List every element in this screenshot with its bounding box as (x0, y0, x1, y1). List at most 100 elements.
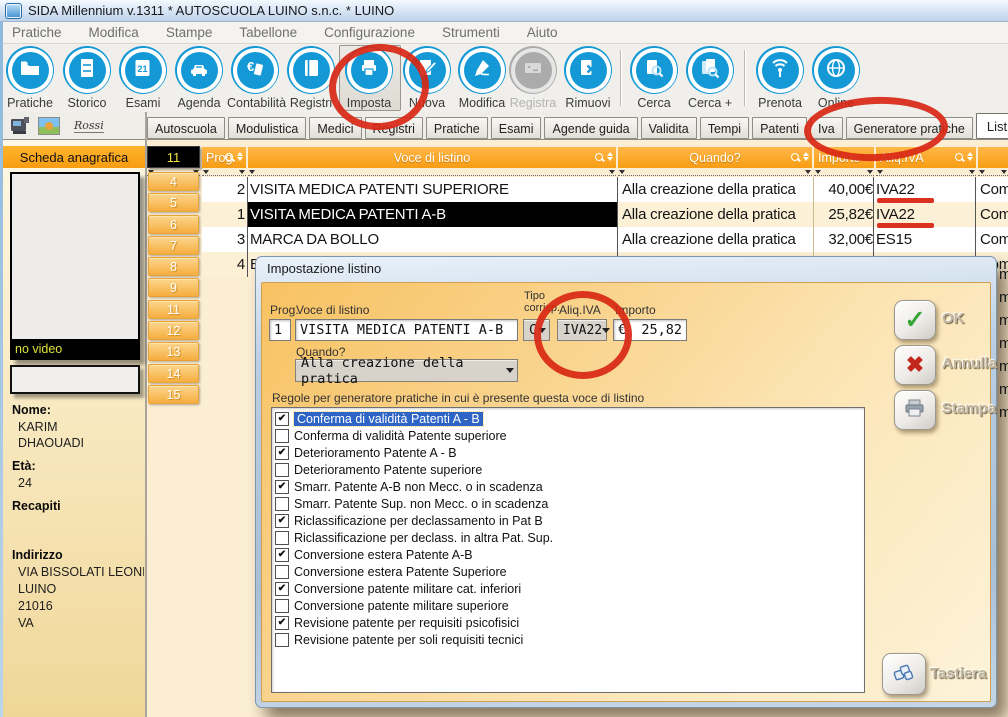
menu-aiuto[interactable]: Aiuto (527, 25, 558, 40)
checkbox[interactable] (275, 565, 289, 579)
menu-stampe[interactable]: Stampe (166, 25, 213, 40)
checkbox[interactable] (275, 497, 289, 511)
sort-icon (237, 152, 243, 161)
row-number-chip[interactable]: 11 (148, 300, 199, 319)
column-header-extra[interactable] (978, 147, 1008, 168)
rules-listbox: Conferma di validità Patenti A - B Confe… (271, 407, 865, 693)
printer-small-icon[interactable] (8, 115, 32, 142)
toolbar-prenota-button[interactable]: Prenota (752, 46, 808, 110)
remove-document-icon (576, 56, 600, 85)
filter-row-cell[interactable] (814, 169, 874, 176)
selected-cell: VISITA MEDICA PATENTI A-B (248, 202, 618, 227)
checkbox[interactable] (275, 599, 289, 613)
menu-tabellone[interactable]: Tabellone (239, 25, 297, 40)
rule-item[interactable]: Conversione estera Patente Superiore (272, 563, 864, 580)
rule-item[interactable]: Conferma di validità Patenti A - B (272, 410, 864, 427)
row-number-chip[interactable]: 6 (148, 215, 199, 234)
rule-item[interactable]: Riclassificazione per declassamento in P… (272, 512, 864, 529)
checkbox[interactable] (275, 429, 289, 443)
rule-item[interactable]: Riclassificazione per declass. in altra … (272, 529, 864, 546)
menu-configurazione[interactable]: Configurazione (324, 25, 415, 40)
rule-item[interactable]: Conversione patente militare superiore (272, 597, 864, 614)
toolbar-rimuovi-button[interactable]: Rimuovi (560, 46, 616, 110)
checkbox[interactable] (275, 446, 289, 460)
tab-pratiche[interactable]: Pratiche (426, 117, 488, 139)
menu-strumenti[interactable]: Strumenti (442, 25, 500, 40)
toolbar-contabilita-button[interactable]: € Contabilità (227, 46, 283, 110)
toolbar-storico-button[interactable]: Storico (59, 46, 115, 110)
row-number-chip[interactable]: 5 (148, 193, 199, 212)
stampa-button[interactable] (894, 390, 936, 430)
tab-esami[interactable]: Esami (491, 117, 542, 139)
prog-input[interactable]: 1 (269, 319, 291, 341)
column-header-quando[interactable]: Quando? (618, 147, 812, 168)
row-number-chip[interactable]: 8 (148, 257, 199, 276)
menu-bar: Pratiche Modifica Stampe Tabellone Confi… (0, 22, 1008, 44)
tab-listino-completo[interactable]: Listino completo (976, 113, 1008, 139)
checkbox[interactable] (275, 480, 289, 494)
photo-small-icon[interactable] (38, 117, 60, 135)
checkbox[interactable] (275, 531, 289, 545)
rule-item[interactable]: Smarr. Patente Sup. non Mecc. o in scade… (272, 495, 864, 512)
toolbar-pratiche-button[interactable]: Pratiche (2, 46, 58, 110)
toolbar-modifica-button[interactable]: Modifica (454, 46, 510, 110)
menu-pratiche[interactable]: Pratiche (12, 25, 62, 40)
rule-item[interactable]: Deterioramento Patente superiore (272, 461, 864, 478)
search-icon (225, 153, 233, 161)
rule-item[interactable]: Smarr. Patente A-B non Mecc. o in scaden… (272, 478, 864, 495)
row-number-chip[interactable]: 7 (148, 236, 199, 255)
row-number-chip[interactable]: 13 (148, 342, 199, 361)
clipped-row-text: m (999, 358, 1008, 375)
row-number-chip[interactable]: 12 (148, 321, 199, 340)
toolbar-cerca-button[interactable]: Cerca (626, 46, 682, 110)
filter-row-cell[interactable] (248, 169, 616, 176)
checkbox[interactable] (275, 548, 289, 562)
toolbar-registra-button: Registra (505, 46, 561, 110)
window-title: SIDA Millennium v.1311 * AUTOSCUOLA LUIN… (28, 3, 394, 18)
row-number-chip[interactable]: 9 (148, 278, 199, 297)
checkbox[interactable] (275, 463, 289, 477)
rule-item[interactable]: Conversione patente militare cat. inferi… (272, 580, 864, 597)
column-header-prog[interactable]: Prog. (202, 147, 246, 168)
filter-row-cell[interactable] (202, 169, 246, 176)
checkbox[interactable] (275, 582, 289, 596)
filter-row-cell[interactable] (618, 169, 812, 176)
rule-item[interactable]: Revisione patente per soli requisiti tec… (272, 631, 864, 648)
menu-modifica[interactable]: Modifica (89, 25, 139, 40)
checkbox[interactable] (275, 412, 289, 426)
annulla-button[interactable]: ✖ (894, 345, 936, 385)
toolbar-esami-button[interactable]: 21 Esami (115, 46, 171, 110)
tab-agende-guida[interactable]: Agende guida (544, 117, 637, 139)
tab-patenti[interactable]: Patenti (752, 117, 807, 139)
table-row[interactable]: 3 MARCA DA BOLLO Alla creazione della pr… (202, 227, 1008, 252)
rule-item[interactable]: Conferma di validità Patente superiore (272, 427, 864, 444)
column-header-voce[interactable]: Voce di listino (248, 147, 616, 168)
signature-icon[interactable]: Rossi (74, 119, 104, 133)
checkbox[interactable] (275, 633, 289, 647)
row-number-chip[interactable]: 15 (148, 385, 199, 404)
rule-item[interactable]: Deterioramento Patente A - B (272, 444, 864, 461)
tab-autoscuola[interactable]: Autoscuola (147, 117, 225, 139)
rule-item[interactable]: Revisione patente per requisiti psicofis… (272, 614, 864, 631)
signature-box (10, 365, 140, 394)
tab-validita[interactable]: Validita (641, 117, 697, 139)
rule-item[interactable]: Conversione estera Patente A-B (272, 546, 864, 563)
toolbar-cerca-plus-button[interactable]: Cerca + (682, 46, 738, 110)
ok-button[interactable]: ✓ (894, 300, 936, 340)
tab-tempi[interactable]: Tempi (700, 117, 749, 139)
row-number-chip[interactable]: 4 (148, 172, 199, 191)
annotation-underline-iva22 (877, 223, 934, 228)
toolbar-agenda-button[interactable]: Agenda (171, 46, 227, 110)
filter-row-cell[interactable] (978, 169, 1008, 176)
tastiera-button[interactable] (882, 653, 926, 695)
nome-label: Nome: (12, 403, 51, 417)
quando-dropdown[interactable]: Alla creazione della pratica (295, 359, 518, 382)
clipped-row-text: m (999, 289, 1008, 306)
card-icon (521, 56, 545, 85)
tab-modulistica[interactable]: Modulistica (228, 117, 307, 139)
voce-di-listino-input[interactable]: VISITA MEDICA PATENTI A-B (295, 319, 518, 341)
filter-row-cell[interactable] (876, 169, 976, 176)
checkbox[interactable] (275, 616, 289, 630)
checkbox[interactable] (275, 514, 289, 528)
row-number-chip[interactable]: 14 (148, 364, 199, 383)
